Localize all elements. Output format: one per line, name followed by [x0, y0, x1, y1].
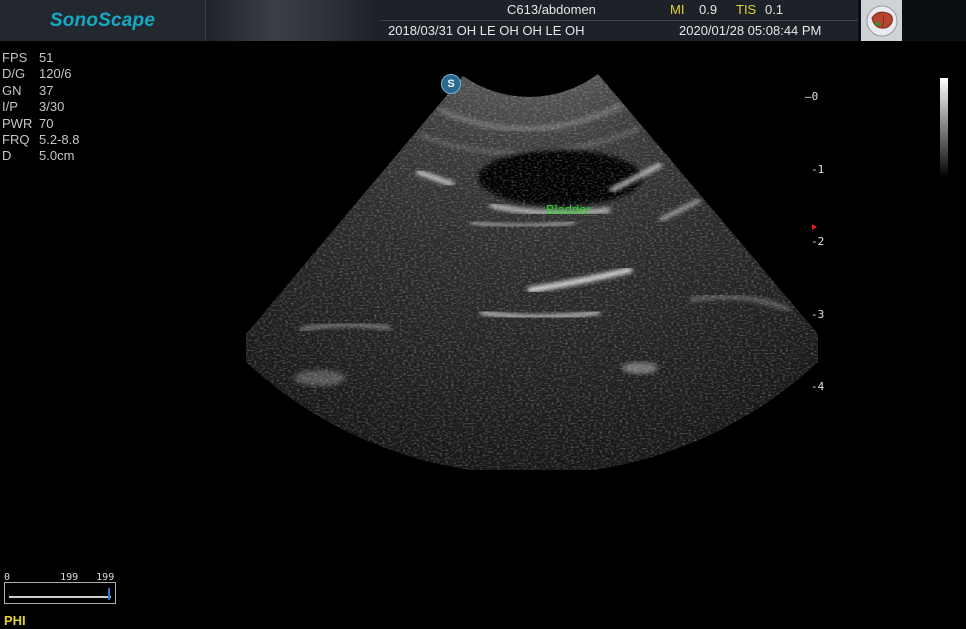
- scan-sector: [246, 74, 818, 470]
- grayscale-bar: [940, 78, 948, 178]
- depth-tick-3: -3: [811, 308, 825, 321]
- cine-position-marker[interactable]: [108, 588, 110, 600]
- depth-tick-0: —0: [805, 90, 819, 103]
- depth-tick-4: -4: [811, 380, 825, 393]
- depth-tick-1: -1: [811, 163, 825, 176]
- focus-marker[interactable]: [812, 224, 817, 230]
- cine-slider[interactable]: [4, 582, 116, 604]
- bladder-annotation[interactable]: Bladder: [546, 202, 591, 217]
- cine-track: [9, 596, 111, 598]
- mode-label: PHI: [4, 613, 26, 628]
- orientation-marker: S: [441, 74, 461, 94]
- depth-tick-2: -2: [811, 235, 825, 248]
